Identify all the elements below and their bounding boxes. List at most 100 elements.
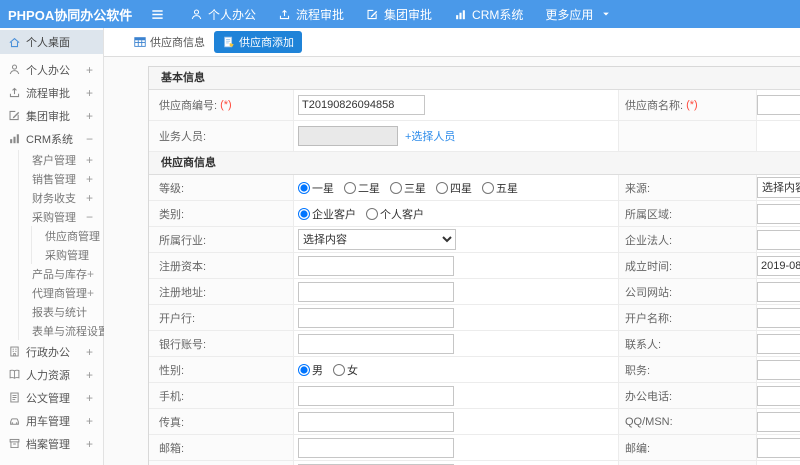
expand-toggle-icon[interactable]: + xyxy=(86,414,103,428)
expand-toggle-icon[interactable]: + xyxy=(86,109,103,123)
radio-option-五星[interactable]: 五星 xyxy=(482,180,518,196)
account-name-input[interactable] xyxy=(757,307,800,328)
zip-input[interactable] xyxy=(757,437,800,458)
expand-toggle-icon[interactable]: + xyxy=(86,86,103,100)
field-label: 等级: xyxy=(159,182,185,195)
radio-option-三星[interactable]: 三星 xyxy=(390,180,426,196)
radio-option-企业客户[interactable]: 企业客户 xyxy=(298,206,356,222)
expand-toggle-icon[interactable]: + xyxy=(86,368,103,382)
grade-radio-group-radio[interactable] xyxy=(390,181,402,194)
expand-toggle-icon[interactable]: + xyxy=(86,391,103,405)
expand-toggle-icon[interactable]: + xyxy=(86,345,103,359)
field-label-cell: 开户名称: xyxy=(619,305,757,331)
office-phone-input[interactable] xyxy=(757,385,800,406)
gender-radio-group: 男女 xyxy=(298,362,358,378)
position-input[interactable] xyxy=(757,359,800,380)
tab-供应商信息[interactable]: 供应商信息 xyxy=(133,34,205,50)
expand-toggle-icon[interactable]: − xyxy=(86,210,103,224)
sidebar-item-表单与流程设置[interactable]: 表单与流程设置+ xyxy=(19,321,117,340)
sidebar-item-产品与库存[interactable]: 产品与库存 + xyxy=(19,264,103,283)
topnav-item-personal-office[interactable]: 个人办公 xyxy=(179,0,267,28)
registered-capital-input[interactable] xyxy=(298,255,454,276)
expand-toggle-icon[interactable]: + xyxy=(86,153,103,167)
field-label-cell: 类别: xyxy=(149,201,294,227)
business-staff-input[interactable] xyxy=(298,126,398,146)
grade-radio-group-radio[interactable] xyxy=(344,181,356,194)
form-rows: 等级: 一星 二星 三星 四星 五星 来源: 选择内容 类别: 企业客户 个人客户 所属区域: 所属行业… xyxy=(149,175,800,465)
sidebar-item-label: 公文管理 xyxy=(26,392,70,405)
company-website-input[interactable] xyxy=(757,281,800,302)
legal-person-input[interactable] xyxy=(757,229,800,250)
industry-select[interactable]: 选择内容 xyxy=(298,229,456,250)
expand-toggle-icon[interactable]: + xyxy=(86,63,103,77)
supplier-code-input[interactable] xyxy=(298,95,425,115)
grade-radio-group-radio[interactable] xyxy=(436,181,448,194)
sidebar-item-档案管理[interactable]: 档案管理 + xyxy=(0,432,103,455)
field-value-cell xyxy=(757,409,800,435)
topnav-item-process-approval[interactable]: 流程审批 xyxy=(267,0,355,28)
field-label-cell: 来源: xyxy=(619,175,757,201)
radio-option-二星[interactable]: 二星 xyxy=(344,180,380,196)
gender-radio-group-radio[interactable] xyxy=(298,363,310,376)
established-date-input[interactable] xyxy=(757,255,800,276)
sidebar-item-个人办公[interactable]: 个人办公 + xyxy=(0,58,103,81)
qq-msn-input[interactable] xyxy=(757,411,800,432)
source-select[interactable]: 选择内容 xyxy=(757,177,800,198)
expand-toggle-icon[interactable]: − xyxy=(86,132,103,146)
email-input[interactable] xyxy=(298,437,454,458)
topnav-item-crm-system[interactable]: CRM系统 xyxy=(443,0,534,28)
sidebar-item-供应商管理[interactable]: 供应商管理 xyxy=(32,226,103,245)
sidebar-item-采购管理[interactable]: 采购管理 xyxy=(32,245,103,264)
region-input[interactable] xyxy=(757,203,800,224)
field-label-cell: 业务人员: xyxy=(149,121,294,152)
edit-icon xyxy=(366,8,379,21)
sidebar-item-代理商管理[interactable]: 代理商管理 + xyxy=(19,283,103,302)
mobile-input[interactable] xyxy=(298,385,454,406)
topnav-item-group-approval[interactable]: 集团审批 xyxy=(355,0,443,28)
fax-input[interactable] xyxy=(298,411,454,432)
expand-toggle-icon[interactable]: + xyxy=(86,437,103,451)
sidebar-item-用车管理[interactable]: 用车管理 + xyxy=(0,409,103,432)
sidebar-item-采购管理[interactable]: 采购管理 − xyxy=(19,207,103,226)
sidebar-item-销售管理[interactable]: 销售管理 + xyxy=(19,169,103,188)
radio-option-一星[interactable]: 一星 xyxy=(298,180,334,196)
sidebar-item-人力资源[interactable]: 人力资源 + xyxy=(0,363,103,386)
registered-address-input[interactable] xyxy=(298,281,454,302)
sidebar-item-报表与统计[interactable]: 报表与统计 xyxy=(19,302,103,321)
sidebar-item-公文管理[interactable]: 公文管理 + xyxy=(0,386,103,409)
menu-toggle-button[interactable] xyxy=(150,7,165,22)
category-radio-group-radio[interactable] xyxy=(366,207,378,220)
field-label: 供应商名称: xyxy=(625,100,684,112)
tab-供应商添加[interactable]: 供应商添加 xyxy=(214,31,302,53)
expand-toggle-icon[interactable]: + xyxy=(87,286,104,300)
expand-toggle-icon[interactable]: + xyxy=(86,172,103,186)
home-icon xyxy=(8,36,21,49)
sidebar-item-行政办公[interactable]: 行政办公 + xyxy=(0,340,103,363)
select-personnel-link[interactable]: +选择人员 xyxy=(405,128,455,144)
sidebar-item-个人桌面[interactable]: 个人桌面 xyxy=(0,30,103,54)
sidebar-item-财务收支[interactable]: 财务收支 + xyxy=(19,188,103,207)
gender-radio-group-radio[interactable] xyxy=(333,363,345,376)
bank-input[interactable] xyxy=(298,307,454,328)
expand-toggle-icon[interactable]: + xyxy=(86,191,103,205)
radio-option-个人客户[interactable]: 个人客户 xyxy=(366,206,424,222)
sidebar-item-CRM系统[interactable]: CRM系统 − xyxy=(0,127,103,150)
field-label-cell: QQ/MSN: xyxy=(619,409,757,435)
grade-radio-group-radio[interactable] xyxy=(298,181,310,194)
contact-input[interactable] xyxy=(757,333,800,354)
topnav-item-more-apps[interactable]: 更多应用 xyxy=(534,0,623,28)
radio-option-四星[interactable]: 四星 xyxy=(436,180,472,196)
radio-option-男[interactable]: 男 xyxy=(298,362,323,378)
radio-option-女[interactable]: 女 xyxy=(333,362,358,378)
grade-radio-group-radio[interactable] xyxy=(482,181,494,194)
supplier-name-input[interactable] xyxy=(757,95,800,115)
category-radio-group-radio[interactable] xyxy=(298,207,310,220)
sidebar-item-流程审批[interactable]: 流程审批 + xyxy=(0,81,103,104)
form-rows: 供应商编号:(*)供应商名称:(*)业务人员:+选择人员 xyxy=(149,90,800,152)
bank-account-input[interactable] xyxy=(298,333,454,354)
sidebar-item-客户管理[interactable]: 客户管理 + xyxy=(19,150,103,169)
sidebar-item-label: CRM系统 xyxy=(26,133,74,146)
book-icon xyxy=(8,368,21,381)
expand-toggle-icon[interactable]: + xyxy=(87,267,104,281)
sidebar-item-集团审批[interactable]: 集团审批 + xyxy=(0,104,103,127)
